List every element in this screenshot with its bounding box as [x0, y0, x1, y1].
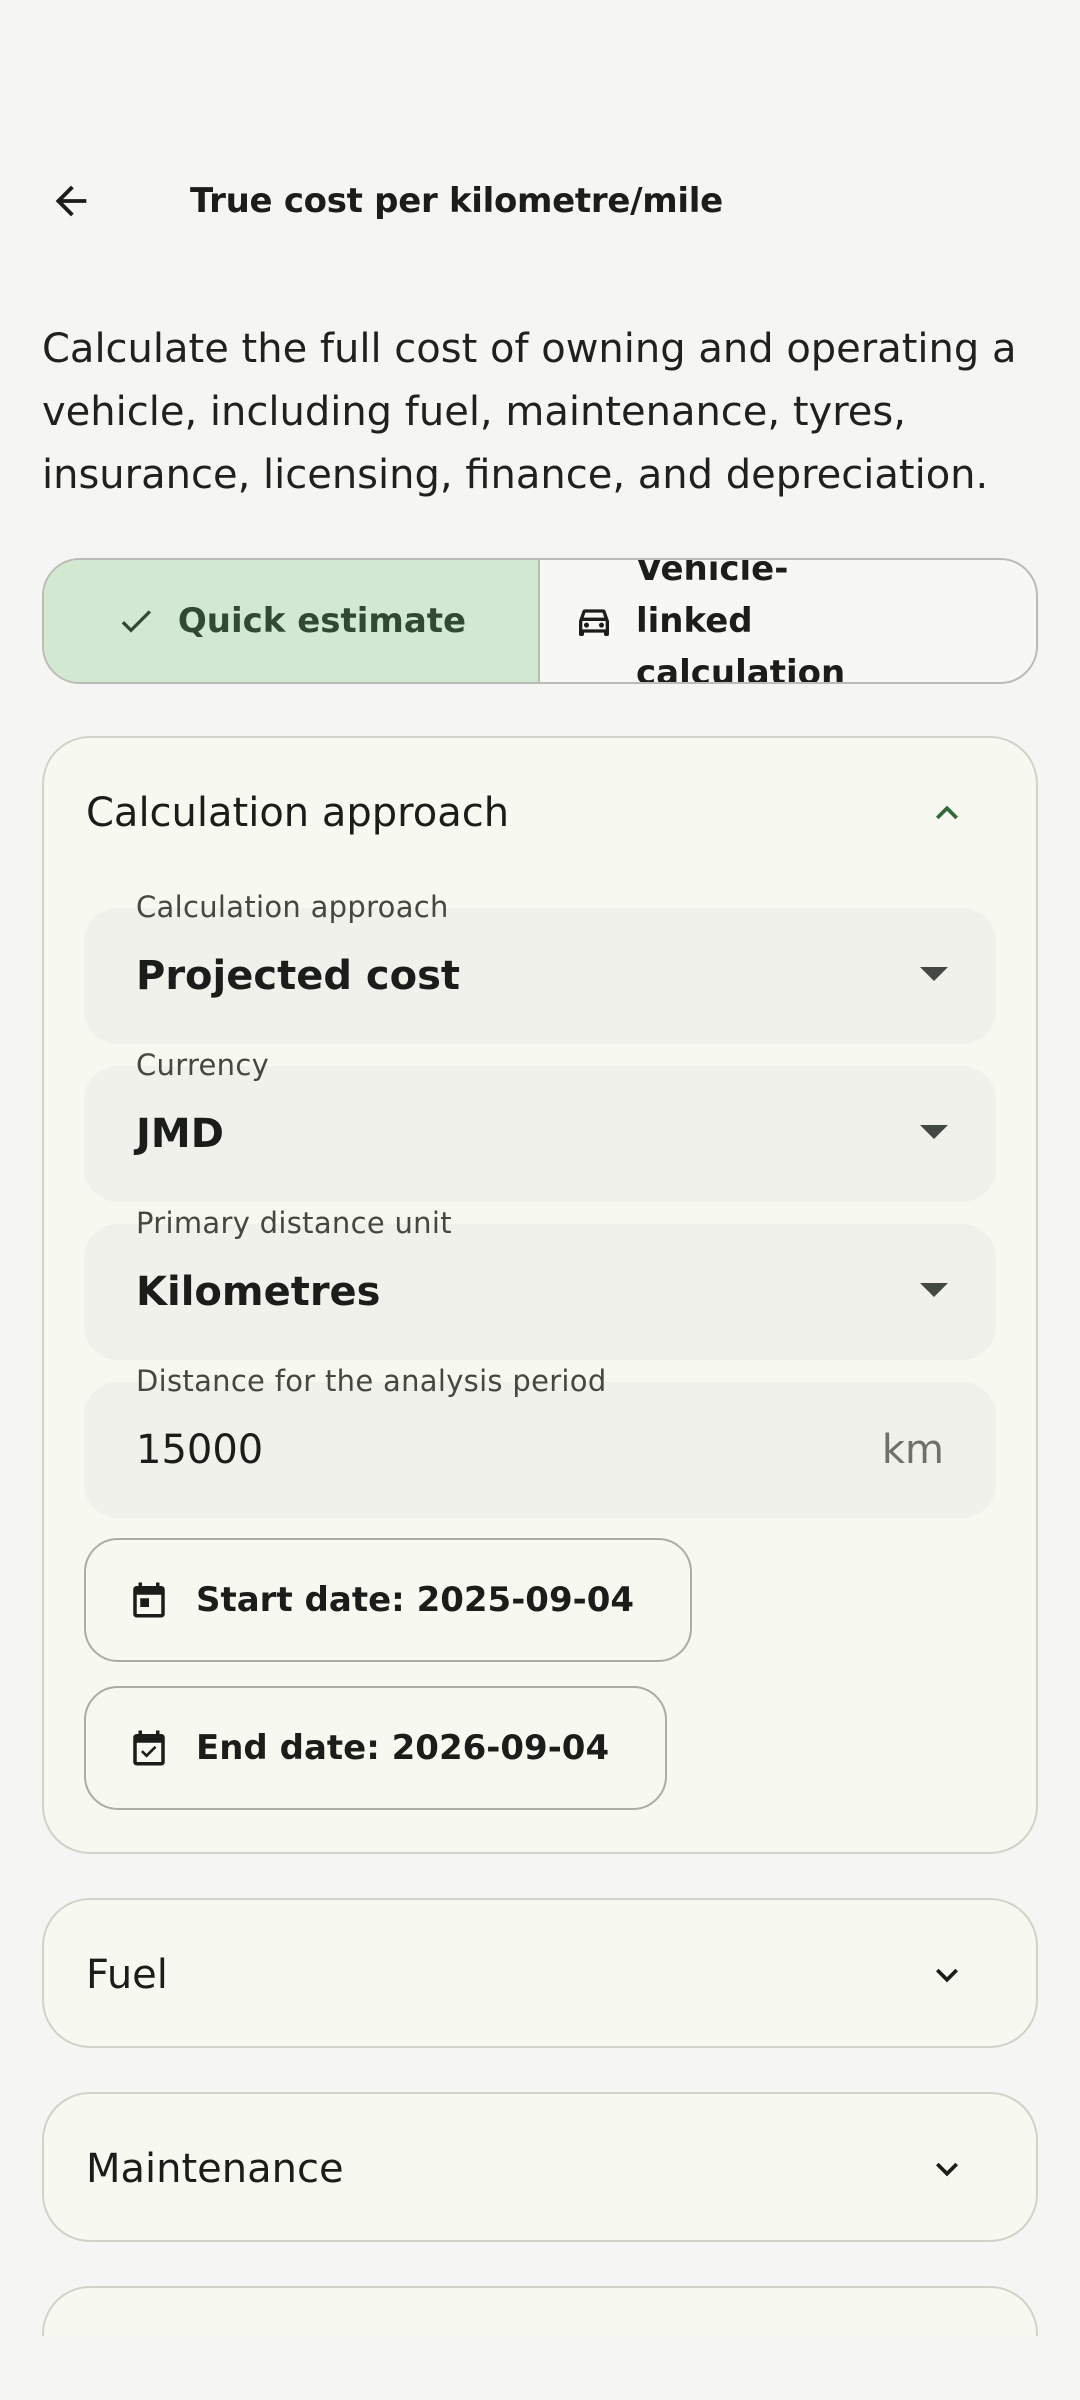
- mode-segmented-control: Quick estimate Vehicle-linked calculatio…: [42, 558, 1038, 684]
- fuel-card[interactable]: Fuel: [42, 1898, 1038, 2048]
- maintenance-title: Maintenance: [86, 2146, 344, 2192]
- chevron-down-icon[interactable]: [922, 2144, 972, 2194]
- distance-unit-dropdown[interactable]: Primary distance unit Kilometres: [84, 1206, 996, 1360]
- start-date-button[interactable]: Start date: 2025-09-04: [84, 1538, 693, 1662]
- calculation-approach-label: Calculation approach: [136, 890, 449, 924]
- start-date-label: Start date: 2025-09-04: [196, 1580, 635, 1620]
- currency-value: JMD: [136, 1111, 224, 1157]
- fuel-title: Fuel: [86, 1952, 168, 1998]
- distance-input[interactable]: Distance for the analysis period 15000 k…: [84, 1364, 996, 1518]
- next-card-clip: [0, 2286, 1080, 2336]
- car-icon: [579, 609, 609, 636]
- end-date-button[interactable]: End date: 2026-09-04: [84, 1686, 668, 1810]
- chevron-down-icon[interactable]: [922, 1950, 972, 2000]
- calculation-approach-dropdown[interactable]: Calculation approach Projected cost: [84, 890, 996, 1044]
- end-date-label: End date: 2026-09-04: [196, 1728, 610, 1768]
- check-icon: [121, 610, 151, 633]
- distance-unit-suffix: km: [881, 1427, 944, 1473]
- currency-label: Currency: [136, 1048, 270, 1082]
- app-bar: True cost per kilometre/mile: [0, 160, 1080, 242]
- arrow-back-icon: [55, 185, 87, 217]
- vehicle-linked-segment[interactable]: Vehicle-linked calculation: [540, 560, 1036, 682]
- calendar-icon: [133, 1582, 165, 1618]
- distance-unit-value: Kilometres: [136, 1269, 381, 1315]
- next-section-card[interactable]: [42, 2286, 1038, 2336]
- dropdown-arrow-icon: [920, 967, 948, 981]
- page-title: True cost per kilometre/mile: [190, 181, 723, 221]
- calculation-approach-header[interactable]: Calculation approach: [44, 738, 1036, 888]
- calculation-approach-card: Calculation approach Calculation approac…: [42, 736, 1038, 1854]
- calculation-approach-title: Calculation approach: [86, 790, 510, 836]
- currency-dropdown[interactable]: Currency JMD: [84, 1048, 996, 1202]
- calculation-approach-value: Projected cost: [136, 953, 461, 999]
- dropdown-arrow-icon: [920, 1283, 948, 1297]
- quick-estimate-label: Quick estimate: [177, 601, 467, 641]
- distance-unit-label: Primary distance unit: [136, 1206, 452, 1240]
- distance-value[interactable]: 15000: [136, 1420, 263, 1480]
- dropdown-arrow-icon: [920, 1125, 948, 1139]
- back-button[interactable]: [30, 160, 112, 242]
- vehicle-linked-label: Vehicle-linked calculation: [636, 558, 846, 684]
- fuel-header[interactable]: Fuel: [44, 1900, 1036, 2050]
- distance-label: Distance for the analysis period: [136, 1364, 607, 1398]
- screen: True cost per kilometre/mile Calculate t…: [0, 0, 1080, 2400]
- intro-description: Calculate the full cost of owning and op…: [42, 326, 1017, 498]
- maintenance-header[interactable]: Maintenance: [44, 2094, 1036, 2244]
- chevron-up-icon[interactable]: [922, 788, 972, 838]
- maintenance-card[interactable]: Maintenance: [42, 2092, 1038, 2242]
- quick-estimate-segment[interactable]: Quick estimate: [44, 560, 540, 682]
- calendar-check-icon: [133, 1730, 165, 1766]
